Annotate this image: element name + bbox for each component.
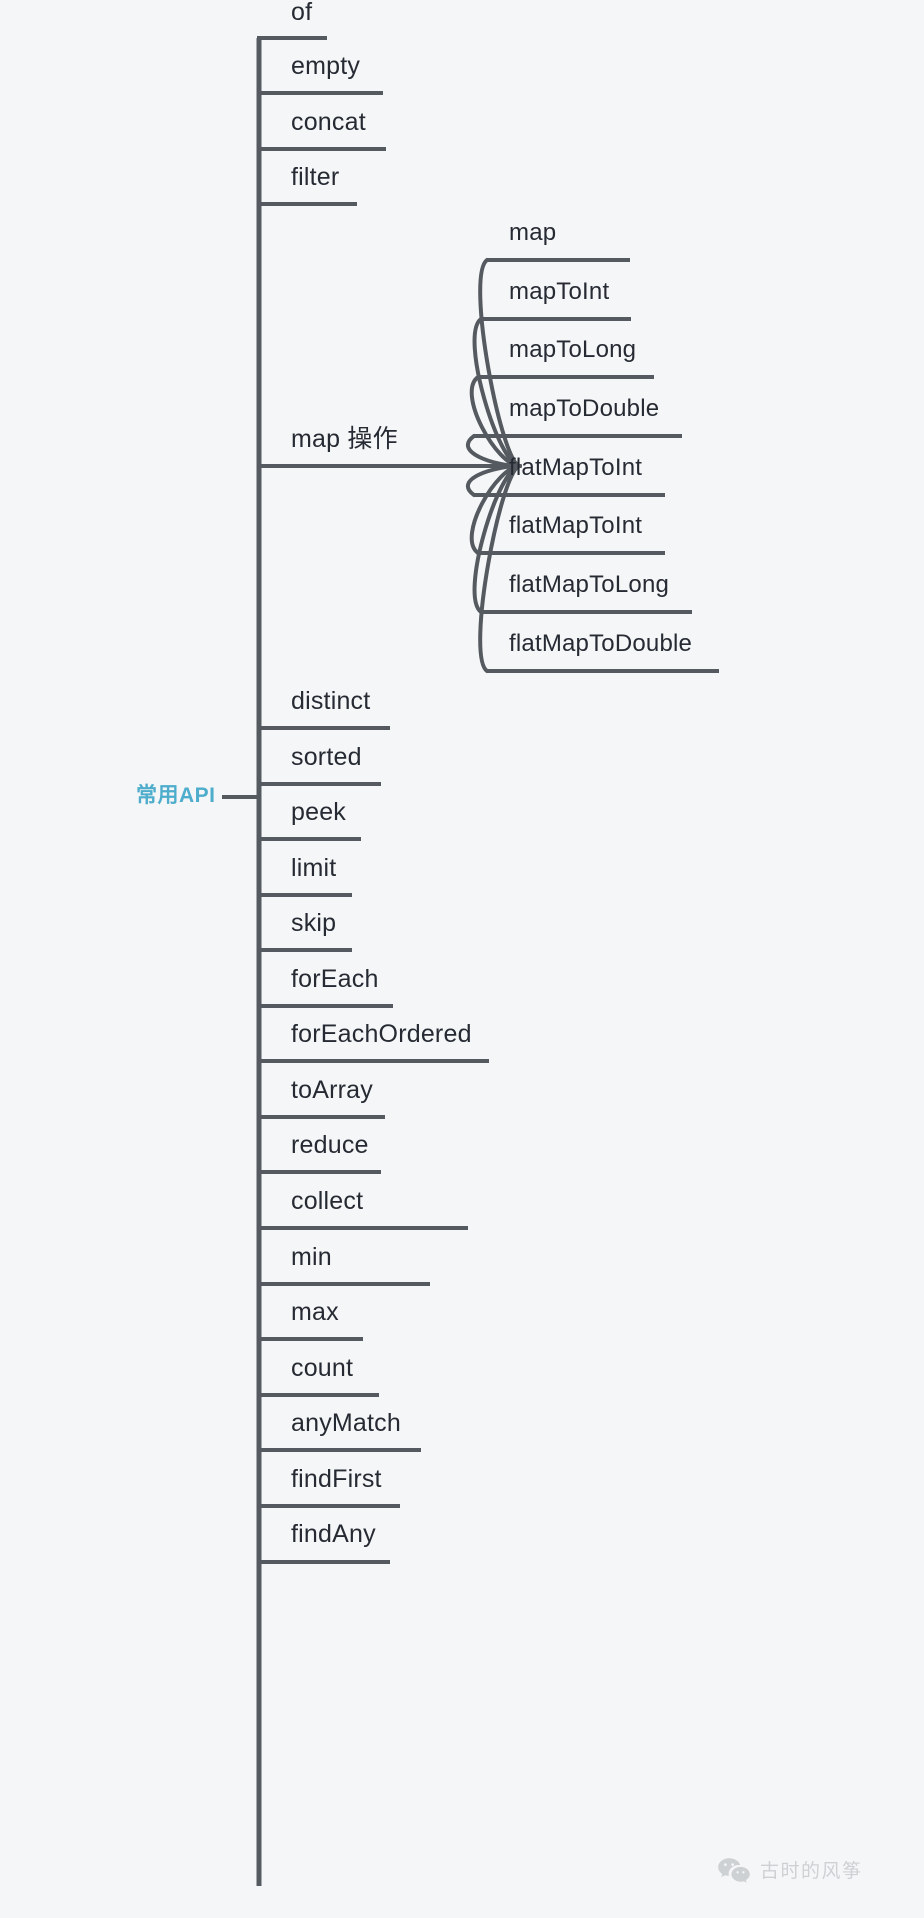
branch-node-label[interactable]: concat	[291, 110, 366, 135]
map-child-node-label[interactable]: map	[509, 221, 556, 245]
branch-node-label[interactable]: min	[291, 1245, 332, 1270]
map-child-node-label[interactable]: mapToDouble	[509, 397, 659, 421]
map-child-node-label[interactable]: flatMapToInt	[509, 514, 642, 538]
map-child-node-label[interactable]: mapToLong	[509, 338, 636, 362]
branch-node-label[interactable]: sorted	[291, 745, 362, 770]
map-child-node-label[interactable]: mapToInt	[509, 280, 609, 304]
root-node-label[interactable]: 常用API	[136, 785, 216, 806]
branch-node-label[interactable]: findAny	[291, 1522, 376, 1547]
branch-node-label[interactable]: filter	[291, 165, 339, 190]
map-child-node-label[interactable]: flatMapToDouble	[509, 632, 692, 656]
branch-node-label[interactable]: limit	[291, 856, 336, 881]
mindmap-connector-lines	[222, 36, 719, 1886]
branch-node-label[interactable]: count	[291, 1356, 353, 1381]
branch-node-label[interactable]: distinct	[291, 689, 370, 714]
branch-node-label[interactable]: anyMatch	[291, 1411, 401, 1436]
branch-node-label[interactable]: findFirst	[291, 1467, 382, 1492]
branch-node-label[interactable]: forEachOrdered	[291, 1022, 472, 1047]
branch-node-label[interactable]: peek	[291, 800, 346, 825]
branch-node-label[interactable]: forEach	[291, 967, 379, 992]
map-child-node-label[interactable]: flatMapToLong	[509, 573, 669, 597]
branch-node-label[interactable]: reduce	[291, 1133, 369, 1158]
wechat-icon	[717, 1857, 751, 1883]
watermark-text: 古时的风筝	[760, 1861, 863, 1882]
branch-node-label[interactable]: map 操作	[291, 427, 398, 452]
branch-node-label[interactable]: of	[291, 0, 312, 25]
branch-node-label[interactable]: skip	[291, 911, 336, 936]
map-child-node-label[interactable]: flatMapToInt	[509, 456, 642, 480]
branch-node-label[interactable]: collect	[291, 1189, 363, 1214]
branch-node-label[interactable]: toArray	[291, 1078, 373, 1103]
watermark: 古时的风筝	[717, 1856, 863, 1883]
branch-node-label[interactable]: max	[291, 1300, 339, 1325]
mindmap-canvas: 常用API of empty concat filter map 操作 distinct s…	[0, 0, 924, 1918]
branch-node-label[interactable]: empty	[291, 54, 360, 79]
